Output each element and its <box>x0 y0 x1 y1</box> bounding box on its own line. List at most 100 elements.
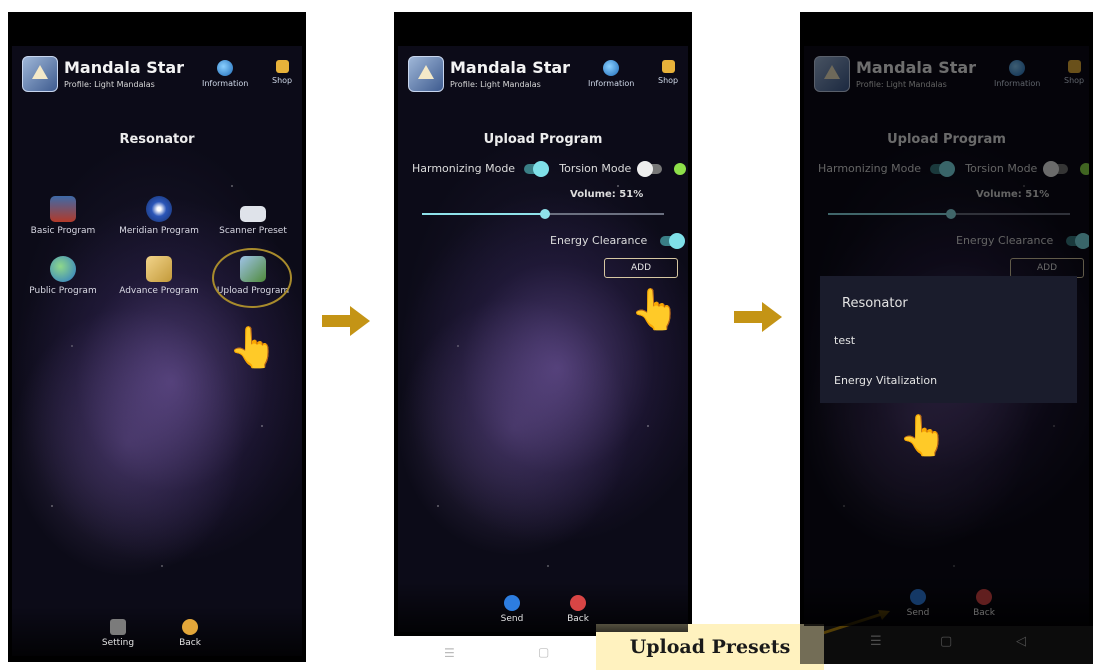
back-button[interactable]: Back <box>558 595 598 624</box>
back-button[interactable]: Back <box>170 619 210 648</box>
back-label: Back <box>973 608 995 618</box>
app-header: Mandala Star Profile: Light Mandalas Inf… <box>22 56 296 100</box>
bluetooth-icon <box>910 589 926 605</box>
volume-slider-knob[interactable] <box>946 209 957 219</box>
advance-program-label: Advance Program <box>119 286 199 296</box>
torsion-mode-label: Torsion Mode <box>965 162 1038 175</box>
harmonizing-mode-toggle[interactable] <box>524 160 550 177</box>
back-arrow-icon <box>182 619 198 635</box>
app-title: Mandala Star <box>64 58 185 77</box>
pointing-hand-icon: 👆 <box>898 413 948 459</box>
shop-cart-icon <box>661 60 675 73</box>
screen-title: Upload Program <box>887 132 1006 147</box>
energy-clearance-toggle[interactable] <box>1066 232 1089 249</box>
add-button[interactable]: ADD <box>604 258 678 278</box>
screen-title: Upload Program <box>483 132 603 147</box>
back-nav-icon[interactable]: ◁ <box>1016 634 1026 649</box>
meridian-program-label: Meridian Program <box>119 226 199 236</box>
pointing-hand-icon: 👆 <box>630 287 680 333</box>
preset-list-popup: Resonator test Energy Vitalization <box>820 276 1077 403</box>
bottom-bar: Setting Back <box>12 606 302 656</box>
setting-label: Setting <box>101 638 135 648</box>
app-screen: Mandala Star Profile: Light Mandalas Inf… <box>398 46 688 632</box>
send-label: Send <box>500 614 524 624</box>
close-icon <box>570 595 586 611</box>
mode-row: Harmonizing Mode Torsion Mode <box>412 158 686 177</box>
energy-clearance-toggle[interactable] <box>660 232 686 249</box>
status-dot-icon <box>1079 162 1089 175</box>
mandala-logo-icon <box>22 56 58 92</box>
popup-title: Resonator <box>842 296 908 311</box>
screen-title: Resonator <box>119 132 195 147</box>
information-label: Information <box>588 79 635 88</box>
volume-slider[interactable] <box>422 209 664 219</box>
basic-program-button[interactable]: Basic Program <box>18 196 108 236</box>
advance-program-button[interactable]: Advance Program <box>114 256 204 296</box>
volume-slider-knob[interactable] <box>540 209 551 219</box>
volume-label: Volume: 51% <box>976 189 1050 200</box>
energy-clearance-label: Energy Clearance <box>550 234 648 247</box>
send-button[interactable]: Send <box>492 595 532 624</box>
profile-label: Profile: Light Mandalas <box>64 80 155 89</box>
shop-label: Shop <box>272 76 293 85</box>
home-nav-icon[interactable]: ▢ <box>940 634 952 649</box>
home-nav-icon[interactable]: ▢ <box>538 645 549 659</box>
information-label: Information <box>994 79 1041 88</box>
flow-arrow-icon <box>322 306 372 336</box>
add-button[interactable]: ADD <box>1010 258 1084 278</box>
phone-screen-upload-program: Mandala Star Profile: Light Mandalas Inf… <box>394 12 692 636</box>
shop-label: Shop <box>1064 76 1085 85</box>
scroll-icon <box>146 256 172 282</box>
information-globe-icon <box>1009 60 1026 76</box>
send-button[interactable]: Send <box>898 589 938 618</box>
shop-button[interactable]: Shop <box>1064 60 1084 85</box>
send-label: Send <box>906 608 930 618</box>
phone-screen-resonator: Mandala Star Profile: Light Mandalas Inf… <box>8 12 306 662</box>
harmonizing-mode-toggle[interactable] <box>930 160 956 177</box>
back-button[interactable]: Back <box>964 589 1004 618</box>
back-label: Back <box>179 638 201 648</box>
setting-icon <box>110 619 126 635</box>
torsion-mode-toggle[interactable] <box>637 160 663 177</box>
menu-nav-icon[interactable]: ☰ <box>444 646 455 660</box>
energy-clearance-row: Energy Clearance <box>956 230 1089 249</box>
scanner-icon <box>240 206 266 222</box>
bluetooth-icon <box>504 595 520 611</box>
setting-button[interactable]: Setting <box>98 619 138 648</box>
volume-slider[interactable] <box>828 209 1070 219</box>
app-header: Mandala Star Profile: Light Mandalas Inf… <box>408 56 682 100</box>
information-button[interactable]: Information <box>994 60 1040 88</box>
shop-button[interactable]: Shop <box>272 60 292 85</box>
information-button[interactable]: Information <box>202 60 248 88</box>
information-globe-icon <box>217 60 234 76</box>
status-bar <box>8 12 306 46</box>
phone-screen-preset-list: Mandala Star Profile: Light Mandalas Inf… <box>800 12 1093 664</box>
shop-cart-icon <box>275 60 289 73</box>
information-button[interactable]: Information <box>588 60 634 88</box>
app-title: Mandala Star <box>450 58 571 77</box>
mandala-logo-icon <box>814 56 850 92</box>
highlight-circle <box>212 248 292 308</box>
information-globe-icon <box>603 60 620 76</box>
meridian-program-button[interactable]: Meridian Program <box>114 196 204 236</box>
mandala-logo-icon <box>408 56 444 92</box>
shop-button[interactable]: Shop <box>658 60 678 85</box>
preset-item-test[interactable]: test <box>834 334 855 347</box>
harmonizing-mode-label: Harmonizing Mode <box>818 162 922 175</box>
torsion-mode-toggle[interactable] <box>1043 160 1069 177</box>
basic-program-label: Basic Program <box>30 226 96 236</box>
public-program-button[interactable]: Public Program <box>18 256 108 296</box>
status-dot-icon <box>673 162 686 175</box>
app-title: Mandala Star <box>856 58 977 77</box>
mode-row: Harmonizing Mode Torsion Mode <box>818 158 1089 177</box>
public-program-label: Public Program <box>29 286 97 296</box>
pointing-hand-icon: 👆 <box>228 325 278 371</box>
energy-clearance-row: Energy Clearance <box>550 230 686 249</box>
app-screen: Mandala Star Profile: Light Mandalas Inf… <box>12 46 302 656</box>
energy-clearance-label: Energy Clearance <box>956 234 1054 247</box>
scanner-preset-button[interactable]: Scanner Preset <box>208 196 298 236</box>
preset-item-energy-vitalization[interactable]: Energy Vitalization <box>834 374 937 387</box>
app-header: Mandala Star Profile: Light Mandalas Inf… <box>814 56 1084 100</box>
torsion-mode-label: Torsion Mode <box>559 162 632 175</box>
globe-icon <box>50 256 76 282</box>
